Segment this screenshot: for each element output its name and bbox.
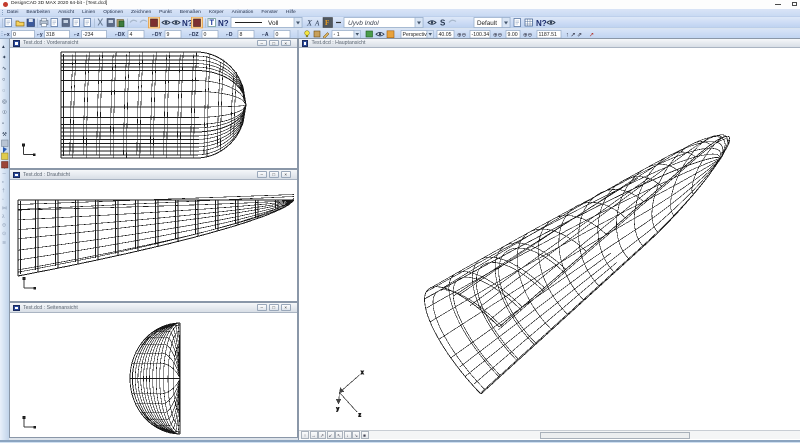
svg-text:A: A — [314, 20, 320, 28]
svg-text:✦: ✦ — [2, 54, 7, 61]
svg-text:N?: N? — [218, 19, 229, 28]
svg-text:Voll: Voll — [268, 20, 279, 27]
svg-text:Default: Default — [477, 20, 497, 27]
svg-text:⊖: ⊖ — [2, 223, 6, 229]
svg-text:⋈: ⋈ — [2, 205, 7, 211]
svg-text:▫: ▫ — [2, 197, 4, 203]
svg-text:⊙: ⊙ — [2, 231, 6, 237]
svg-text:≋: ≋ — [2, 240, 6, 246]
svg-text:Uyvb Indol: Uyvb Indol — [348, 20, 379, 27]
svg-text:▪: ▪ — [2, 180, 4, 186]
svg-text:▫: ▫ — [2, 121, 4, 127]
svg-text:N?: N? — [536, 19, 547, 28]
svg-text:▴: ▴ — [2, 44, 5, 50]
svg-text:z: z — [359, 413, 362, 419]
svg-text:◎: ◎ — [2, 99, 7, 105]
svg-text:†: † — [2, 188, 5, 194]
svg-text:☉: ☉ — [2, 109, 7, 116]
svg-text:S: S — [440, 19, 446, 28]
svg-text:∼: ∼ — [2, 171, 6, 177]
svg-text:○: ○ — [2, 77, 5, 83]
svg-text:x: x — [361, 370, 364, 376]
svg-text:∿: ∿ — [2, 66, 7, 72]
svg-text:F: F — [325, 19, 329, 27]
svg-text:y: y — [337, 407, 340, 413]
